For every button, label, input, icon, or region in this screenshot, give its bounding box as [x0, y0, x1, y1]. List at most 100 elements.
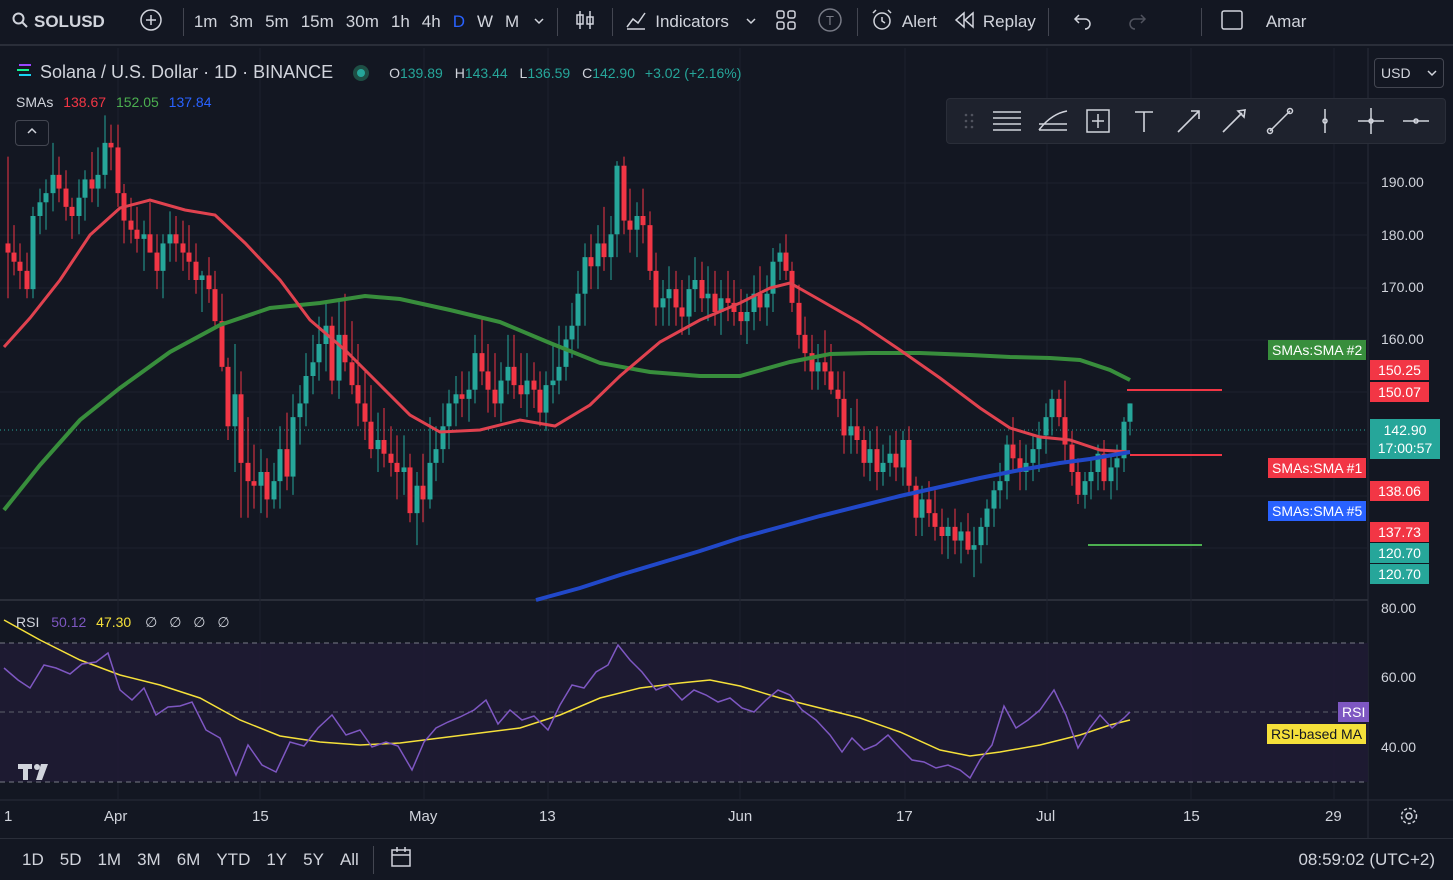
layouts-button[interactable]: [765, 0, 807, 45]
range-all[interactable]: All: [332, 850, 367, 870]
timeframe-D[interactable]: D: [447, 0, 471, 45]
add-symbol-button[interactable]: [113, 0, 179, 45]
trend-line-icon[interactable]: [1263, 104, 1297, 138]
range-3m[interactable]: 3M: [129, 850, 169, 870]
price-chart[interactable]: [0, 48, 1453, 838]
cross-line-icon[interactable]: [1354, 104, 1388, 138]
horizontal-line-icon[interactable]: [1399, 104, 1433, 138]
price-tag: 137.73: [1370, 522, 1429, 542]
last-price-tag: 142.90 17:00:57: [1370, 419, 1440, 459]
clock-label[interactable]: 08:59:02 (UTC+2): [1298, 850, 1453, 870]
range-5y[interactable]: 5Y: [295, 850, 332, 870]
chart-area[interactable]: [0, 48, 1453, 838]
candle-body: [588, 257, 594, 267]
rsi-legend[interactable]: RSI 50.12 47.30 ∅ ∅ ∅ ∅: [16, 614, 230, 631]
range-ytd[interactable]: YTD: [208, 850, 258, 870]
undo-button[interactable]: [1053, 0, 1113, 45]
currency-select[interactable]: USD: [1374, 58, 1444, 88]
open-value: 139.89: [399, 64, 443, 81]
candle-body: [108, 142, 114, 148]
fullscreen-button[interactable]: [1206, 0, 1258, 45]
timeframe-15m[interactable]: 15m: [295, 0, 340, 45]
candle-body: [115, 147, 121, 194]
drag-handle-icon[interactable]: [959, 104, 979, 138]
account-label[interactable]: Amar: [1258, 0, 1315, 45]
symbol-search-button[interactable]: SOLUSD: [0, 0, 113, 45]
timeframe-3m[interactable]: 3m: [223, 0, 259, 45]
timeframe-30m[interactable]: 30m: [340, 0, 385, 45]
tradingview-logo[interactable]: [18, 760, 58, 787]
candle-body: [472, 353, 478, 390]
candle-body: [245, 462, 251, 482]
replay-button[interactable]: Replay: [945, 0, 1044, 45]
candle-body: [524, 380, 530, 395]
text-tool-icon[interactable]: [1127, 104, 1161, 138]
timeframe-W[interactable]: W: [471, 0, 499, 45]
candle-body: [446, 403, 452, 427]
candle-body: [880, 462, 886, 472]
indicators-button[interactable]: Indicators: [617, 0, 737, 45]
candle-body: [932, 513, 938, 527]
range-1y[interactable]: 1Y: [258, 850, 295, 870]
candle-body: [725, 298, 731, 303]
vertical-line-icon[interactable]: [1308, 104, 1342, 138]
price-axis-label: 160.00: [1381, 331, 1424, 347]
candle-body: [874, 449, 880, 472]
candle-body: [835, 389, 841, 399]
indicators-dropdown[interactable]: [737, 0, 765, 45]
goto-date-button[interactable]: [378, 846, 426, 873]
candle-body: [17, 261, 23, 271]
sma5-line: [535, 450, 1131, 602]
candle-body: [518, 385, 524, 395]
indicators-label: Indicators: [655, 12, 729, 31]
candle-body: [841, 398, 847, 436]
symbol-title: Solana / U.S. Dollar · 1D · BINANCE: [40, 62, 334, 82]
timeframe-1h[interactable]: 1h: [385, 0, 416, 45]
chart-type-button[interactable]: [562, 0, 608, 45]
solana-logo-icon: [16, 63, 32, 82]
timeframe-dropdown[interactable]: [525, 0, 553, 45]
templates-button[interactable]: T: [807, 0, 853, 45]
fib-retracement-icon[interactable]: [990, 104, 1024, 138]
range-1m[interactable]: 1M: [89, 850, 129, 870]
rsi-ma-tag: RSI-based MA: [1267, 724, 1367, 744]
candle-body: [147, 234, 153, 253]
candle-body: [24, 270, 30, 290]
candle-body: [95, 174, 101, 189]
chart-settings-button[interactable]: [1399, 806, 1419, 831]
timeframe-1m[interactable]: 1m: [188, 0, 224, 45]
timeframe-M[interactable]: M: [499, 0, 525, 45]
range-6m[interactable]: 6M: [169, 850, 209, 870]
sma2-value: 152.05: [115, 94, 159, 110]
ohlc-values: O139.89 H143.44 L136.59 C142.90 +3.02 (+…: [389, 65, 741, 81]
range-5d[interactable]: 5D: [52, 850, 90, 870]
arrow-marker-icon[interactable]: [1172, 104, 1206, 138]
symbol-label: SOLUSD: [34, 12, 105, 31]
candle-body: [329, 325, 335, 381]
candle-body: [388, 453, 394, 463]
candle-body: [744, 312, 750, 322]
candle-body: [991, 490, 997, 509]
timeframe-5m[interactable]: 5m: [259, 0, 295, 45]
candle-body: [193, 261, 199, 280]
market-status-icon[interactable]: [353, 64, 370, 81]
candle-body: [627, 220, 633, 230]
collapse-legend-button[interactable]: [15, 120, 49, 146]
candle-body: [789, 270, 795, 303]
timeframe-4h[interactable]: 4h: [416, 0, 447, 45]
candle-body: [11, 252, 17, 262]
candle-body: [945, 526, 951, 536]
arrow-tool-icon[interactable]: [1217, 104, 1251, 138]
chevron-up-icon: [26, 124, 38, 142]
candle-body: [1030, 449, 1036, 463]
range-1d[interactable]: 1D: [14, 850, 52, 870]
fib-channel-icon[interactable]: [1036, 104, 1070, 138]
candle-body: [453, 394, 459, 404]
candle-body: [686, 289, 692, 317]
date-price-range-icon[interactable]: [1081, 104, 1115, 138]
sma-legend[interactable]: SMAs 138.67 152.05 137.84: [16, 94, 212, 110]
chevron-down-icon: [745, 12, 757, 32]
alert-button[interactable]: Alert: [862, 0, 945, 45]
redo-button[interactable]: [1113, 0, 1161, 45]
candle-body: [271, 481, 277, 500]
